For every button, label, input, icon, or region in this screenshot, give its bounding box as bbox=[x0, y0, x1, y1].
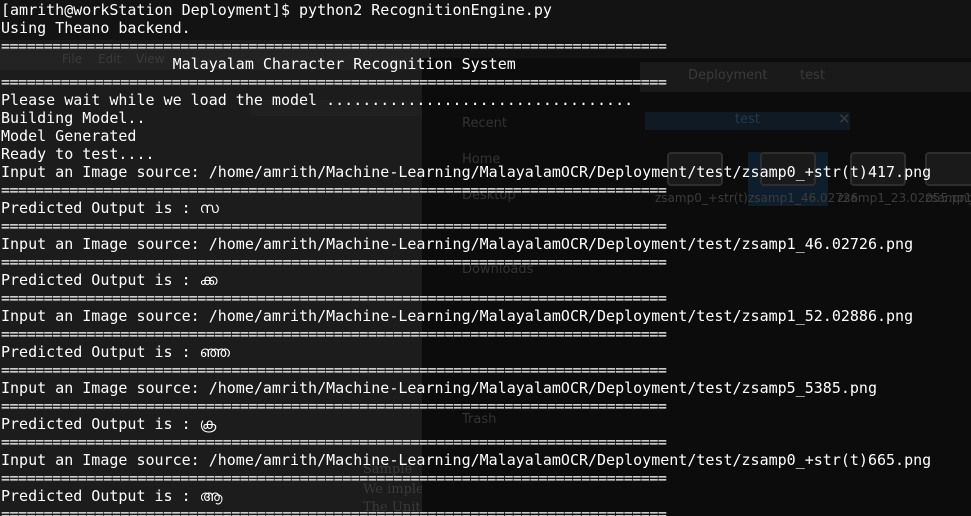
terminal-output[interactable]: [amrith@workStation Deployment]$ python2… bbox=[0, 0, 971, 516]
terminal-separator: ========================================… bbox=[1, 469, 667, 487]
terminal-input-line: Input an Image source: /home/amrith/Mach… bbox=[1, 235, 914, 253]
terminal-separator: ========================================… bbox=[1, 325, 667, 343]
terminal-separator: ========================================… bbox=[1, 433, 667, 451]
terminal-separator: ========================================… bbox=[1, 505, 667, 516]
terminal-separator: ========================================… bbox=[1, 37, 667, 55]
terminal-title-line: Malayalam Character Recognition System bbox=[1, 55, 516, 73]
terminal-loading-line: Please wait while we load the model ....… bbox=[1, 91, 634, 109]
terminal-output-line: Predicted Output is : ആ bbox=[1, 487, 223, 505]
terminal-separator: ========================================… bbox=[1, 289, 667, 307]
terminal-output-line: Predicted Output is : ഞ്ഞ bbox=[1, 343, 230, 361]
terminal-status-line: Building Model.. bbox=[1, 109, 146, 127]
terminal-separator: ========================================… bbox=[1, 181, 667, 199]
terminal-output-line: Predicted Output is : ക്ക bbox=[1, 271, 218, 289]
terminal-input-line: Input an Image source: /home/amrith/Mach… bbox=[1, 451, 932, 469]
terminal-separator: ========================================… bbox=[1, 217, 667, 235]
terminal-separator: ========================================… bbox=[1, 361, 667, 379]
terminal-prompt-line: [amrith@workStation Deployment]$ python2… bbox=[1, 1, 552, 19]
terminal-status-line: Ready to test.... bbox=[1, 145, 155, 163]
terminal-input-line: Input an Image source: /home/amrith/Mach… bbox=[1, 163, 932, 181]
desktop-screen: File Edit View Sample We imple The Unit … bbox=[0, 0, 971, 516]
terminal-output-line: Predicted Output is : ക്ര bbox=[1, 415, 217, 433]
terminal-input-line: Input an Image source: /home/amrith/Mach… bbox=[1, 307, 914, 325]
terminal-output-line: Predicted Output is : സ bbox=[1, 199, 219, 217]
terminal-separator: ========================================… bbox=[1, 397, 667, 415]
terminal-input-line: Input an Image source: /home/amrith/Mach… bbox=[1, 379, 877, 397]
terminal-separator: ========================================… bbox=[1, 253, 667, 271]
terminal-status-line: Model Generated bbox=[1, 127, 137, 145]
terminal-backend-line: Using Theano backend. bbox=[1, 19, 191, 37]
terminal-separator: ========================================… bbox=[1, 73, 667, 91]
